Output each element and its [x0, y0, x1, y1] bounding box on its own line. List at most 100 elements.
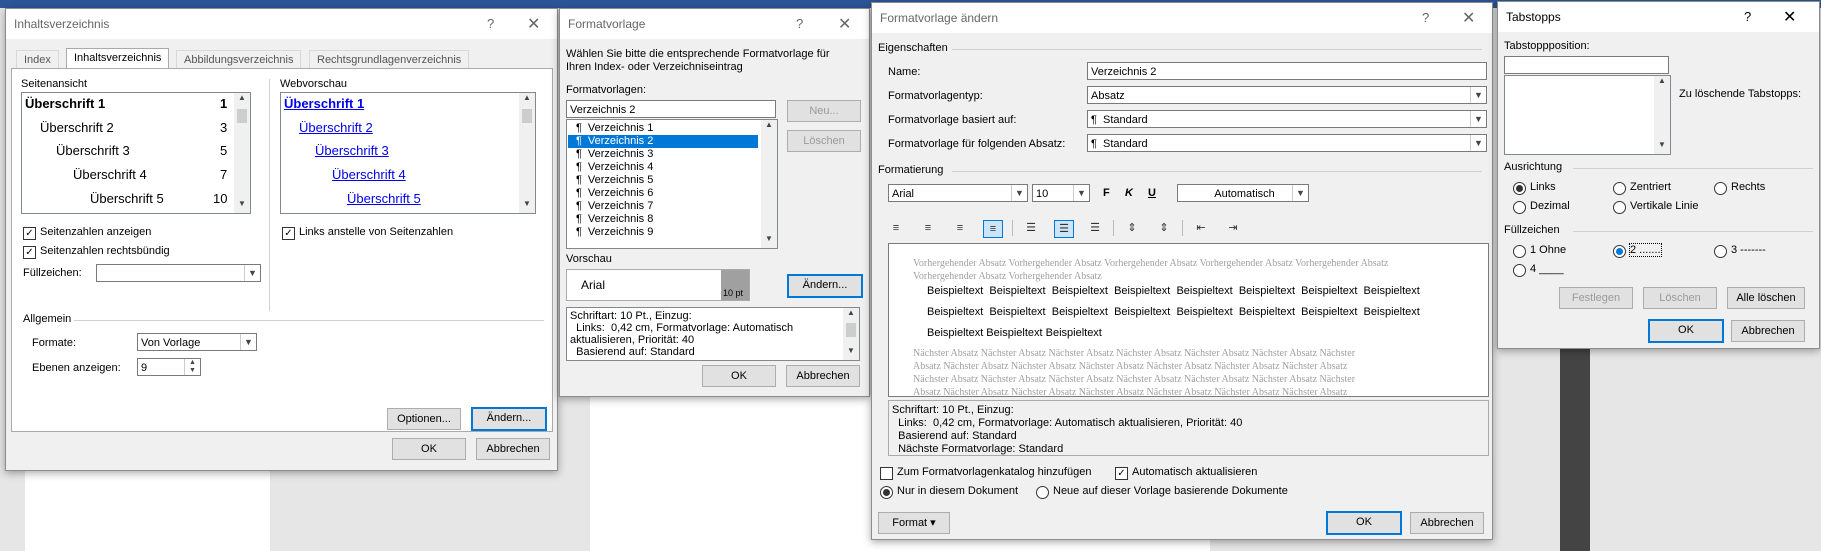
help-button[interactable]: ?	[487, 16, 494, 31]
name-input[interactable]: Verzeichnis 2	[1087, 62, 1487, 80]
new-button[interactable]: Neu...	[787, 100, 861, 122]
modify-button[interactable]: Ändern...	[787, 274, 863, 298]
underline-button[interactable]: U	[1148, 187, 1156, 199]
scroll-down-icon[interactable]: ▼	[519, 199, 535, 213]
tab-position-input[interactable]	[1504, 56, 1669, 74]
show-page-numbers-checkbox[interactable]: ✓	[23, 227, 36, 240]
tab-index[interactable]: Index	[16, 50, 59, 69]
style-list-item[interactable]: ¶ Verzeichnis 6	[568, 187, 758, 200]
tab-leader-select[interactable]: ▼	[96, 264, 261, 282]
tab-positions-list[interactable]: ▲ ▼	[1504, 75, 1671, 155]
style-list-item[interactable]: ¶ Verzeichnis 7	[568, 200, 758, 213]
scroll-down-icon[interactable]: ▼	[234, 199, 250, 213]
help-button[interactable]: ?	[1744, 9, 1751, 24]
cancel-button[interactable]: Abbrechen	[1731, 320, 1805, 342]
ok-button[interactable]: OK	[1648, 319, 1724, 343]
bold-button[interactable]: F	[1103, 187, 1110, 199]
ok-button[interactable]: OK	[1326, 511, 1402, 535]
styles-list[interactable]: ¶ Verzeichnis 1 ¶ Verzeichnis 2 ¶ Verzeichnis…	[566, 119, 778, 249]
clear-button[interactable]: Löschen	[1643, 287, 1717, 309]
scrollbar[interactable]: ▲ ▼	[843, 308, 859, 360]
increase-indent-icon[interactable]: ⇥	[1224, 220, 1242, 236]
align-bar-radio[interactable]	[1613, 201, 1626, 214]
decrease-indent-icon[interactable]: ⇤	[1192, 220, 1210, 236]
scrollbar[interactable]: ▲ ▼	[761, 120, 777, 248]
tab-figures[interactable]: Abbildungsverzeichnis	[176, 50, 302, 69]
scroll-down-icon[interactable]: ▼	[761, 234, 777, 248]
style-name-field[interactable]: Verzeichnis 2	[566, 100, 776, 118]
color-select[interactable]: Automatisch ▼	[1177, 184, 1309, 202]
ok-button[interactable]: OK	[702, 365, 776, 387]
style-list-item[interactable]: ¶ Verzeichnis 1	[568, 122, 758, 135]
style-list-item[interactable]: ¶ Verzeichnis 4	[568, 161, 758, 174]
format-menu-button[interactable]: Format ▾	[878, 512, 950, 534]
scroll-up-icon[interactable]: ▲	[1654, 76, 1670, 90]
delete-button[interactable]: Löschen	[787, 130, 861, 152]
leader-dots-radio[interactable]	[1613, 245, 1626, 258]
based-on-select[interactable]: ¶ Standard ▼	[1087, 110, 1487, 128]
align-left-radio[interactable]	[1513, 182, 1526, 195]
help-button[interactable]: ?	[1422, 10, 1429, 25]
help-button[interactable]: ?	[796, 16, 803, 31]
ok-button[interactable]: OK	[392, 438, 466, 460]
levels-spinner[interactable]: 9 ▲ ▼	[137, 358, 201, 376]
scroll-thumb[interactable]	[846, 323, 856, 337]
single-spacing-icon[interactable]: ☰	[1022, 220, 1040, 236]
right-align-checkbox[interactable]: ✓	[23, 246, 36, 259]
new-docs-radio[interactable]	[1036, 486, 1049, 499]
scroll-thumb[interactable]	[237, 109, 247, 123]
decrease-spacing-icon[interactable]: ⇕	[1155, 220, 1173, 236]
tab-authorities[interactable]: Rechtsgrundlagenverzeichnis	[309, 50, 470, 69]
spinner-arrows-icon[interactable]: ▲ ▼	[184, 359, 200, 375]
type-select[interactable]: Absatz ▼	[1087, 86, 1487, 104]
only-this-doc-radio[interactable]	[880, 486, 893, 499]
style-list-item[interactable]: ¶ Verzeichnis 8	[568, 213, 758, 226]
set-button[interactable]: Festlegen	[1559, 287, 1633, 309]
style-list-item[interactable]: ¶ Verzeichnis 3	[568, 148, 758, 161]
scrollbar[interactable]: ▲ ▼	[519, 93, 535, 213]
scroll-up-icon[interactable]: ▲	[519, 93, 535, 107]
align-right-radio[interactable]	[1714, 182, 1727, 195]
close-button[interactable]: ✕	[527, 14, 540, 34]
justify-icon[interactable]: ≡	[983, 220, 1003, 238]
style-list-item[interactable]: ¶ Verzeichnis 2	[568, 135, 758, 148]
options-button[interactable]: Optionen...	[387, 408, 461, 430]
align-right-icon[interactable]: ≡	[951, 220, 969, 236]
scroll-down-icon[interactable]: ▼	[843, 346, 859, 360]
auto-update-checkbox[interactable]: ✓	[1115, 467, 1128, 480]
scroll-up-icon[interactable]: ▲	[761, 120, 777, 134]
leader-none-radio[interactable]	[1513, 245, 1526, 258]
one-half-spacing-icon[interactable]: ☰	[1054, 220, 1074, 238]
scroll-thumb[interactable]	[522, 109, 532, 123]
scroll-up-icon[interactable]: ▲	[843, 308, 859, 322]
align-center-icon[interactable]: ≡	[919, 220, 937, 236]
scrollbar[interactable]: ▲ ▼	[234, 93, 250, 213]
modify-button[interactable]: Ändern...	[471, 407, 547, 431]
scroll-down-icon[interactable]: ▼	[1654, 140, 1670, 154]
close-button[interactable]: ✕	[838, 14, 851, 34]
cancel-button[interactable]: Abbrechen	[1410, 512, 1484, 534]
align-left-icon[interactable]: ≡	[887, 220, 905, 236]
leader-underline-radio[interactable]	[1513, 264, 1526, 277]
double-spacing-icon[interactable]: ☰	[1086, 220, 1104, 236]
formats-select[interactable]: Von Vorlage ▼	[137, 333, 257, 351]
leader-dashes-radio[interactable]	[1714, 245, 1727, 258]
increase-spacing-icon[interactable]: ⇕	[1123, 220, 1141, 236]
font-select[interactable]: Arial ▼	[888, 184, 1028, 202]
hyperlinks-checkbox[interactable]: ✓	[282, 227, 295, 240]
close-button[interactable]: ✕	[1462, 8, 1475, 28]
italic-button[interactable]: K	[1125, 187, 1133, 199]
scrollbar[interactable]: ▲ ▼	[1654, 76, 1670, 154]
next-style-select[interactable]: ¶ Standard ▼	[1087, 134, 1487, 152]
style-list-item[interactable]: ¶ Verzeichnis 9	[568, 226, 758, 239]
align-center-radio[interactable]	[1613, 182, 1626, 195]
cancel-button[interactable]: Abbrechen	[476, 438, 550, 460]
style-list-item[interactable]: ¶ Verzeichnis 5	[568, 174, 758, 187]
align-decimal-radio[interactable]	[1513, 201, 1526, 214]
add-to-gallery-checkbox[interactable]	[880, 467, 893, 480]
close-button[interactable]: ✕	[1783, 7, 1796, 27]
tab-toc[interactable]: Inhaltsverzeichnis	[66, 48, 170, 70]
clear-all-button[interactable]: Alle löschen	[1727, 287, 1805, 309]
cancel-button[interactable]: Abbrechen	[786, 365, 860, 387]
scroll-up-icon[interactable]: ▲	[234, 93, 250, 107]
